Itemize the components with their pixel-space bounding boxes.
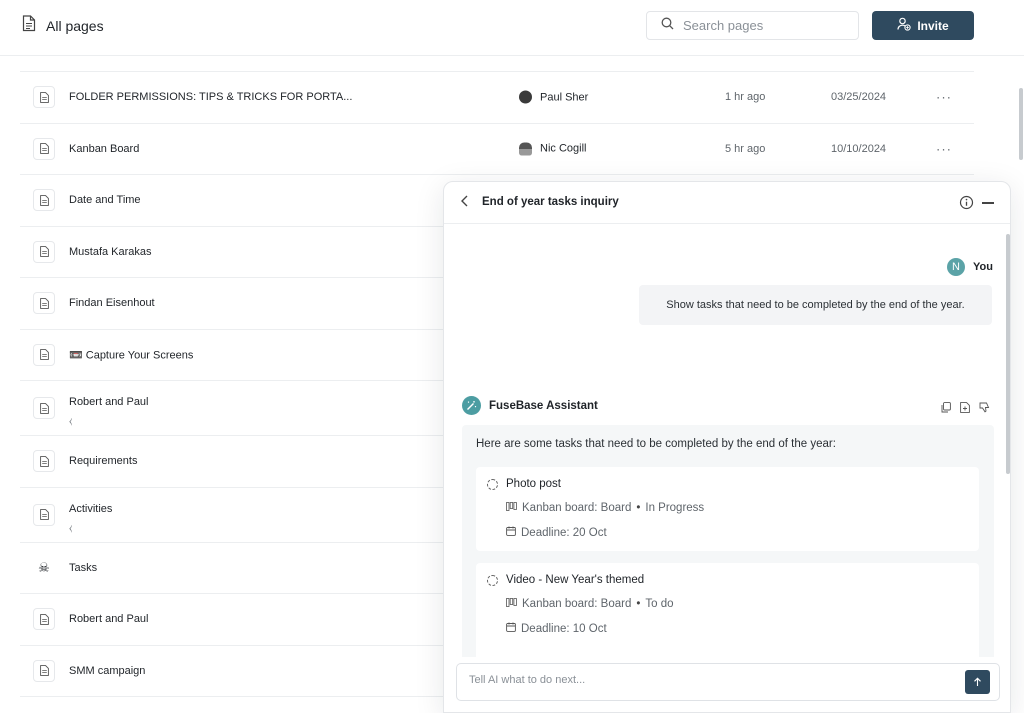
task-title: Photo post bbox=[506, 478, 561, 490]
owner-name: Paul Sher bbox=[540, 91, 589, 104]
separator-dot: • bbox=[636, 598, 641, 610]
task-status: To do bbox=[645, 598, 674, 610]
chat-scrollbar[interactable] bbox=[1006, 234, 1010, 474]
page-name[interactable]: 📼 Capture Your Screens bbox=[69, 348, 193, 361]
save-page-icon[interactable] bbox=[960, 400, 970, 418]
kanban-icon bbox=[506, 502, 517, 514]
calendar-icon bbox=[506, 622, 516, 635]
arrow-up-icon bbox=[973, 675, 982, 690]
page-file-icon bbox=[33, 659, 55, 682]
page-file-icon bbox=[33, 343, 55, 366]
created-date: 03/25/2024 bbox=[831, 91, 887, 104]
page-scrollbar[interactable] bbox=[1019, 88, 1023, 160]
last-edited: 5 hr ago bbox=[725, 142, 766, 155]
task-status: In Progress bbox=[645, 502, 705, 514]
page-file-icon bbox=[33, 137, 55, 160]
magic-wand-icon bbox=[462, 396, 481, 415]
send-button[interactable] bbox=[965, 670, 990, 694]
assistant-name: FuseBase Assistant bbox=[489, 399, 598, 412]
search-icon bbox=[661, 17, 674, 35]
page-name[interactable]: Date and Time bbox=[69, 194, 141, 206]
more-options-icon[interactable]: ··· bbox=[936, 90, 952, 105]
page-name[interactable]: Mustafa Karakas bbox=[69, 246, 152, 258]
chat-messages: N You Show tasks that need to be complet… bbox=[444, 225, 1010, 657]
deadline-text: Deadline: 20 Oct bbox=[521, 526, 607, 539]
chat-input[interactable] bbox=[469, 674, 949, 686]
document-icon bbox=[22, 15, 36, 37]
back-arrow-icon[interactable] bbox=[460, 194, 470, 213]
status-circle-icon bbox=[487, 479, 498, 490]
search-input[interactable] bbox=[683, 18, 843, 33]
separator-dot: • bbox=[636, 502, 641, 514]
board-name: Kanban board: Board bbox=[522, 502, 632, 514]
page-name[interactable]: SMM campaign bbox=[69, 665, 145, 677]
task-board: Kanban board: Board • To do bbox=[506, 598, 674, 610]
invite-button[interactable]: Invite bbox=[872, 11, 974, 40]
assistant-message: Here are some tasks that need to be comp… bbox=[462, 425, 994, 657]
minimize-icon[interactable] bbox=[982, 202, 994, 204]
page-file-icon bbox=[33, 292, 55, 315]
pirate-emoji-icon: ☠ bbox=[33, 556, 55, 579]
more-options-icon[interactable]: ··· bbox=[936, 141, 952, 156]
task-deadline: Deadline: 20 Oct bbox=[506, 526, 607, 539]
chat-composer[interactable] bbox=[456, 663, 1000, 701]
last-edited: 1 hr ago bbox=[725, 91, 766, 104]
avatar bbox=[519, 90, 532, 104]
task-title: Video - New Year's themed bbox=[506, 574, 645, 586]
page-owner: Nic Cogill bbox=[519, 142, 587, 156]
search-box[interactable] bbox=[646, 11, 859, 40]
user-message-header: N You bbox=[947, 258, 993, 276]
page-name[interactable]: Robert and Paul bbox=[69, 613, 149, 625]
status-circle-icon bbox=[487, 575, 498, 586]
user-name: You bbox=[973, 261, 993, 273]
message-actions bbox=[941, 400, 990, 418]
page-file-icon bbox=[33, 450, 55, 473]
kanban-icon bbox=[506, 598, 517, 610]
task-card[interactable]: Video - New Year's themed Kanban board: … bbox=[476, 563, 979, 657]
task-board: Kanban board: Board • In Progress bbox=[506, 502, 704, 514]
info-icon[interactable] bbox=[959, 195, 974, 215]
thumbs-down-icon[interactable] bbox=[979, 400, 990, 418]
page-file-icon bbox=[33, 86, 55, 109]
copy-icon[interactable] bbox=[941, 400, 951, 418]
shared-icon: ⧼ bbox=[69, 522, 73, 533]
page-file-icon bbox=[33, 397, 55, 419]
page-title-wrap: All pages bbox=[22, 15, 104, 37]
page-name[interactable]: Robert and Paul bbox=[69, 396, 149, 408]
page-file-icon bbox=[33, 608, 55, 631]
ai-chat-panel: End of year tasks inquiry N You Show tas… bbox=[443, 181, 1011, 713]
page-file-icon bbox=[33, 189, 55, 212]
task-card[interactable]: Photo post Kanban board: Board • In Prog… bbox=[476, 467, 979, 551]
user-message: Show tasks that need to be completed by … bbox=[639, 285, 992, 325]
add-user-icon bbox=[897, 17, 911, 34]
table-row[interactable]: FOLDER PERMISSIONS: TIPS & TRICKS FOR PO… bbox=[20, 72, 974, 124]
assistant-intro: Here are some tasks that need to be comp… bbox=[476, 438, 836, 450]
shared-icon: ⧼ bbox=[69, 416, 73, 426]
page-name[interactable]: FOLDER PERMISSIONS: TIPS & TRICKS FOR PO… bbox=[69, 91, 352, 103]
page-name[interactable]: Requirements bbox=[69, 455, 137, 467]
calendar-icon bbox=[506, 526, 516, 539]
page-name[interactable]: Activities bbox=[69, 503, 112, 515]
page-name[interactable]: Findan Eisenhout bbox=[69, 297, 155, 309]
page-file-icon bbox=[33, 240, 55, 263]
assistant-message-header: FuseBase Assistant bbox=[462, 396, 598, 415]
deadline-text: Deadline: 10 Oct bbox=[521, 622, 607, 635]
avatar: N bbox=[947, 258, 965, 276]
chat-title: End of year tasks inquiry bbox=[482, 196, 619, 208]
page-owner: Paul Sher bbox=[519, 90, 589, 104]
app-header: All pages Invite bbox=[0, 0, 1024, 56]
created-date: 10/10/2024 bbox=[831, 142, 887, 155]
chat-header: End of year tasks inquiry bbox=[444, 182, 1010, 224]
owner-name: Nic Cogill bbox=[540, 142, 587, 155]
page-name[interactable]: Tasks bbox=[69, 562, 97, 574]
avatar bbox=[519, 142, 532, 156]
board-name: Kanban board: Board bbox=[522, 598, 632, 610]
page-name[interactable]: Kanban Board bbox=[69, 143, 139, 155]
invite-label: Invite bbox=[917, 18, 949, 33]
page-file-icon bbox=[33, 503, 55, 526]
page-title: All pages bbox=[46, 18, 104, 34]
task-deadline: Deadline: 10 Oct bbox=[506, 622, 607, 635]
table-row[interactable]: Kanban Board Nic Cogill 5 hr ago 10/10/2… bbox=[20, 124, 974, 175]
